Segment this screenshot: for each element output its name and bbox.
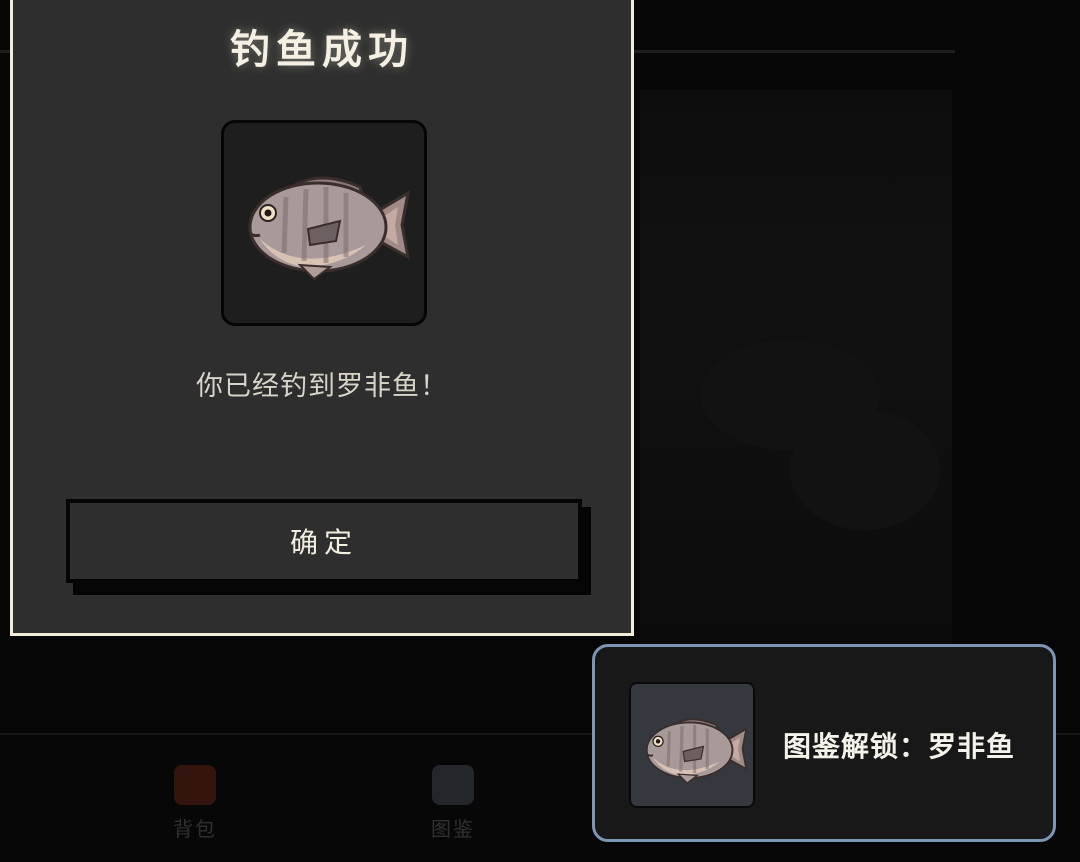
tilapia-fish-icon (248, 176, 410, 281)
catch-message: 你已经钓到罗非鱼！ (196, 371, 448, 402)
game-screen: 背包 图鉴 钓鱼成功 你已经钓到罗非鱼！ 确定 图鉴解锁：罗非鱼 (0, 0, 1080, 862)
backpack-icon (174, 765, 216, 805)
confirm-button[interactable]: 确定 (66, 499, 582, 583)
nav-label-collection: 图鉴 (431, 817, 475, 841)
background-scene-panel (640, 90, 952, 650)
nav-item-collection[interactable]: 图鉴 (393, 765, 513, 855)
collection-unlock-toast: 图鉴解锁：罗非鱼 (592, 644, 1056, 842)
book-icon (432, 765, 474, 805)
fish-image-frame (221, 120, 427, 326)
nav-label-backpack: 背包 (173, 817, 217, 841)
toast-fish-thumbnail (629, 682, 755, 808)
dialog-title: 钓鱼成功 (230, 26, 414, 73)
tilapia-fish-icon (645, 718, 748, 784)
toast-message: 图鉴解锁：罗非鱼 (783, 730, 1016, 763)
background-shape (790, 410, 940, 530)
nav-item-backpack[interactable]: 背包 (135, 765, 255, 855)
catch-success-dialog: 钓鱼成功 你已经钓到罗非鱼！ 确定 (10, 0, 634, 636)
